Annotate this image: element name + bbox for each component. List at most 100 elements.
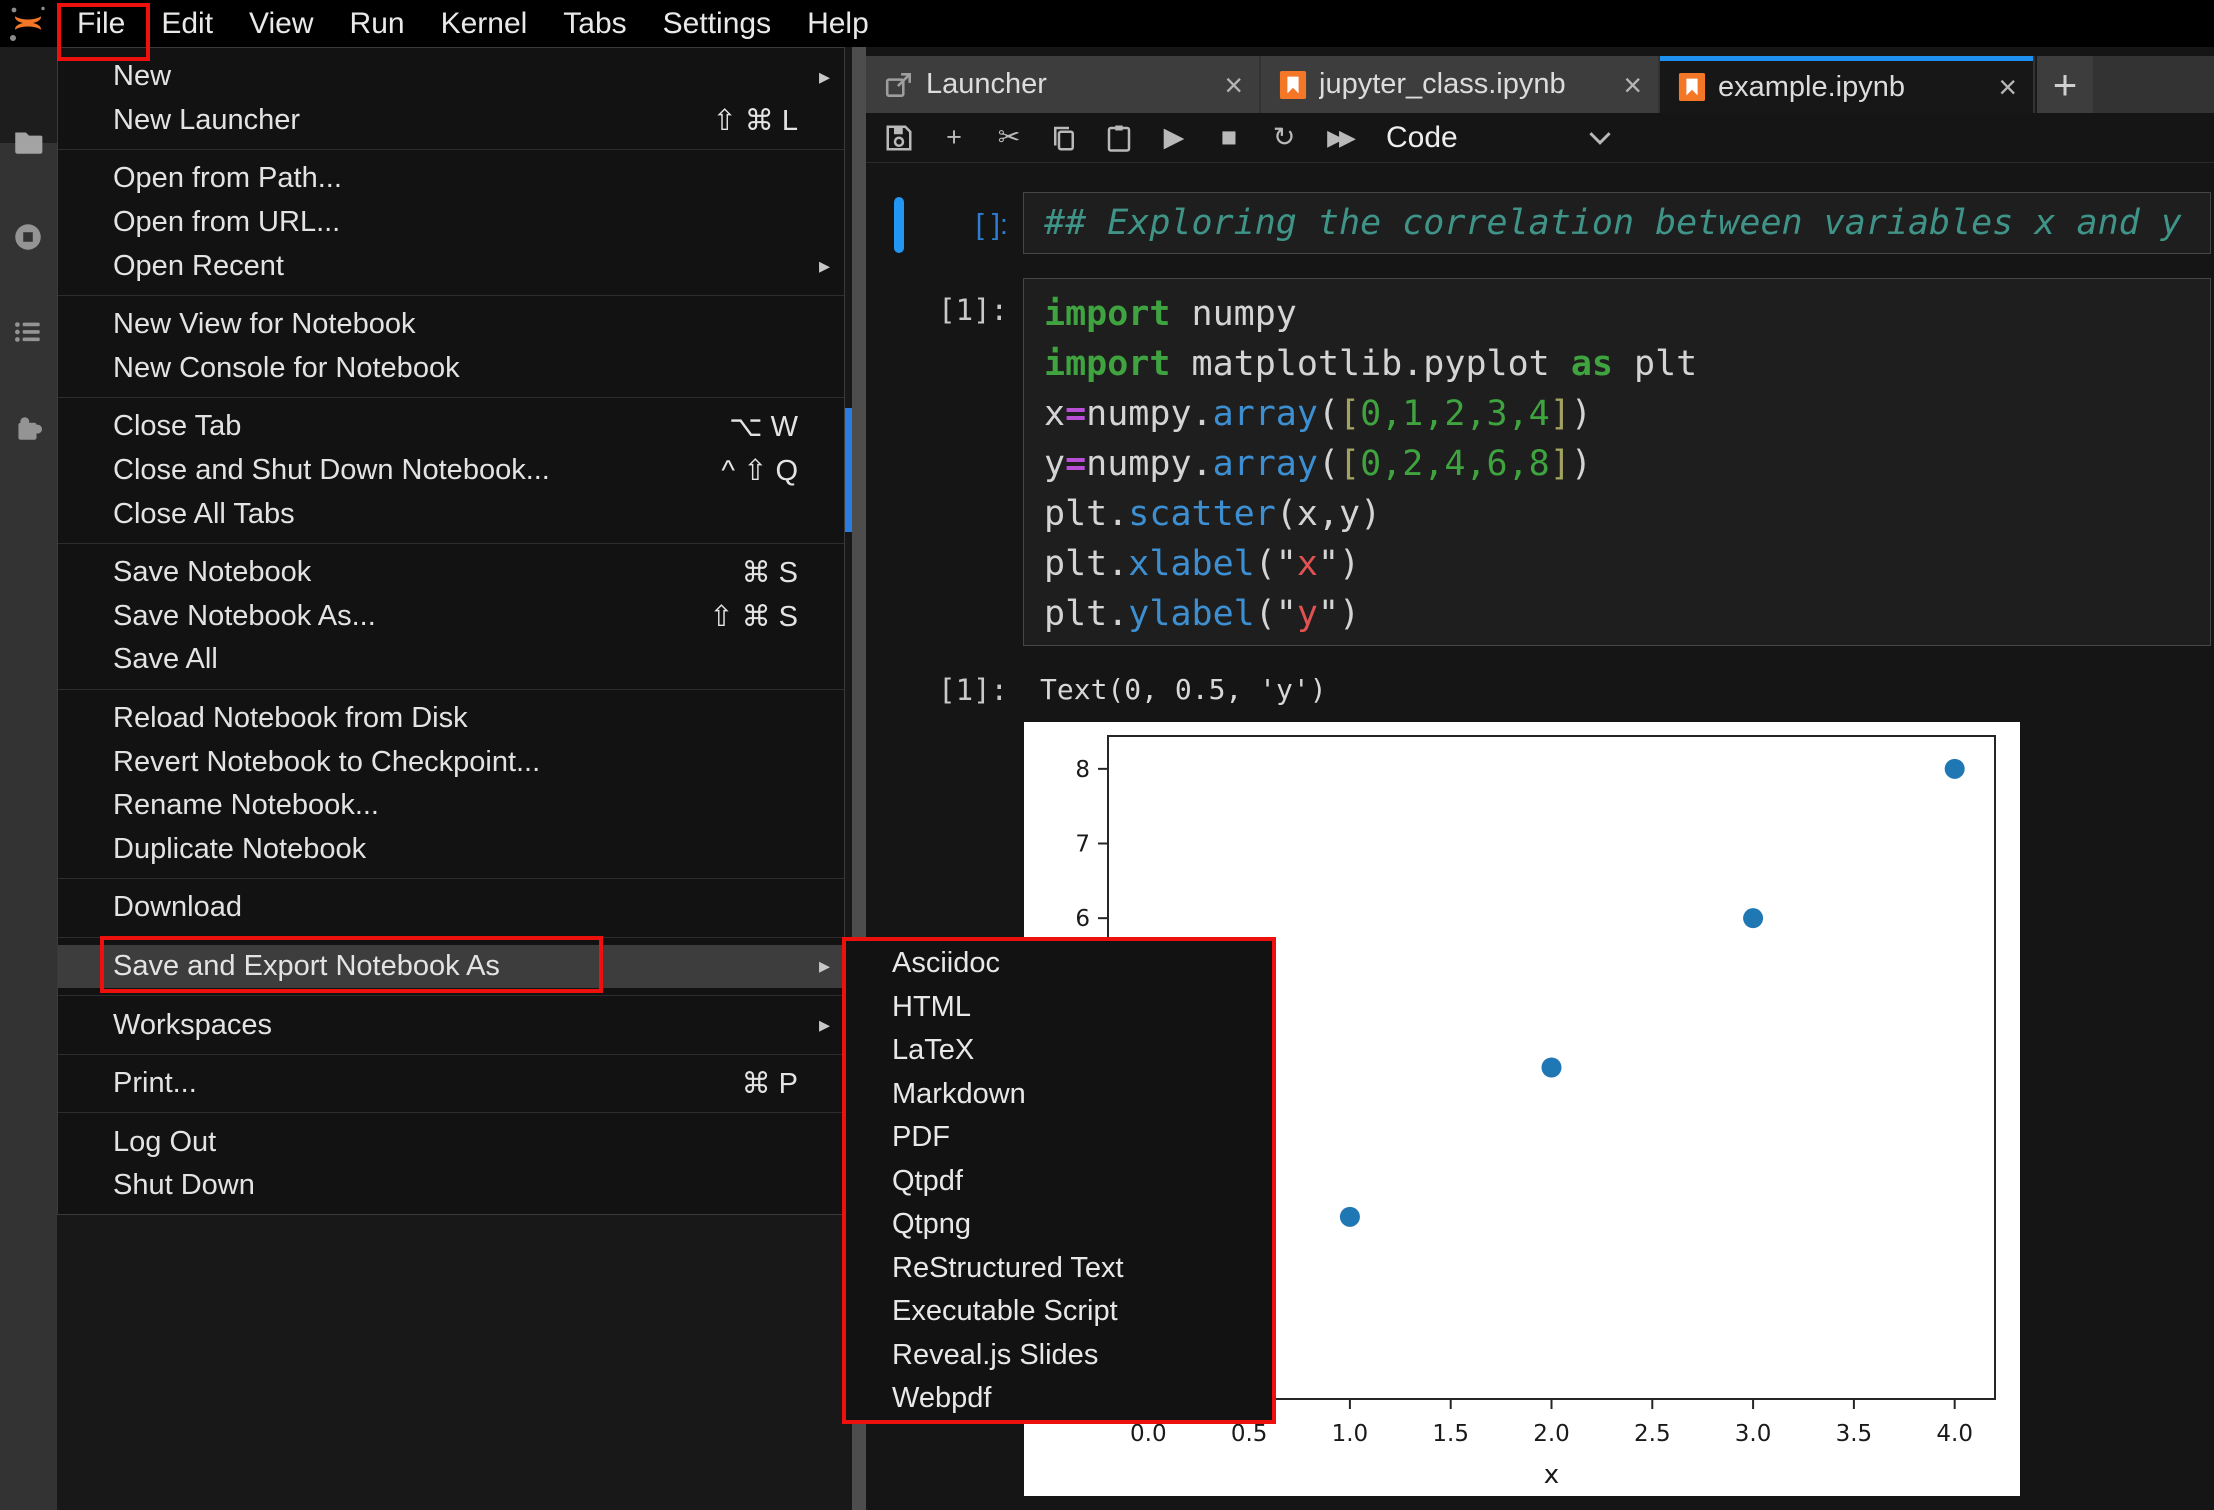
menu-item-save-notebook-as[interactable]: Save Notebook As...⇧ ⌘ S	[58, 595, 844, 639]
tab-label: Launcher	[926, 68, 1047, 101]
toolbar-icons: + ✂ ▶ ■ ↻ ▶▶	[866, 118, 1356, 158]
cell-type-dropdown[interactable]: Code	[1386, 121, 1612, 155]
tab-label: example.ipynb	[1718, 71, 1905, 104]
menu-item-shut-down[interactable]: Shut Down	[58, 1164, 844, 1208]
menu-item-label: New Console for Notebook	[113, 352, 798, 385]
code-cell-editor[interactable]: import numpyimport matplotlib.pyplot as …	[1023, 278, 2211, 646]
menu-item-log-out[interactable]: Log Out	[58, 1120, 844, 1164]
export-option-qtpdf[interactable]: Qtpdf	[846, 1160, 1272, 1204]
export-option-webpdf[interactable]: Webpdf	[846, 1377, 1272, 1421]
run-all-icon[interactable]: ▶▶	[1322, 118, 1356, 158]
menu-item-label: New	[113, 60, 798, 93]
files-icon[interactable]	[11, 125, 45, 159]
export-option-executable-script[interactable]: Executable Script	[846, 1290, 1272, 1334]
export-option-pdf[interactable]: PDF	[846, 1116, 1272, 1160]
extensions-icon[interactable]	[11, 410, 45, 444]
close-icon[interactable]: ×	[1224, 69, 1243, 101]
menu-section: Print...⌘ P	[58, 1054, 844, 1113]
menu-item-rename-notebook[interactable]: Rename Notebook...	[58, 784, 844, 828]
svg-text:0.0: 0.0	[1130, 1421, 1167, 1447]
tab-jupyter-class-ipynb[interactable]: jupyter_class.ipynb×	[1261, 56, 1658, 113]
export-option-qtpng[interactable]: Qtpng	[846, 1203, 1272, 1247]
svg-text:3.0: 3.0	[1735, 1421, 1772, 1447]
menu-item-open-from-url[interactable]: Open from URL...	[58, 201, 844, 245]
markdown-cell-editor[interactable]: ## Exploring the correlation between var…	[1023, 192, 2211, 254]
new-tab-button[interactable]: +	[2035, 56, 2093, 113]
svg-text:6: 6	[1075, 906, 1090, 932]
menu-item-close-tab[interactable]: Close Tab⌥ W	[58, 405, 844, 449]
add-icon[interactable]: +	[937, 118, 971, 158]
notebook-toolbar: + ✂ ▶ ■ ↻ ▶▶ Code	[866, 113, 2214, 163]
svg-text:1.0: 1.0	[1332, 1421, 1369, 1447]
save-icon[interactable]	[882, 118, 916, 158]
menu-item-new-console-for-notebook[interactable]: New Console for Notebook	[58, 347, 844, 391]
left-sidebar	[0, 47, 57, 1510]
menu-item-new-launcher[interactable]: New Launcher⇧ ⌘ L	[58, 99, 844, 143]
stop-icon[interactable]: ■	[1212, 118, 1246, 158]
menu-item-new-view-for-notebook[interactable]: New View for Notebook	[58, 303, 844, 347]
menubar-item-tabs[interactable]: Tabs	[563, 7, 626, 41]
menu-item-revert-notebook-to-checkpoint[interactable]: Revert Notebook to Checkpoint...	[58, 740, 844, 784]
close-icon[interactable]: ×	[1623, 69, 1642, 101]
export-option-html[interactable]: HTML	[846, 986, 1272, 1030]
menu-section: Close Tab⌥ WClose and Shut Down Notebook…	[58, 397, 844, 543]
menu-item-download[interactable]: Download	[58, 886, 844, 930]
svg-text:4.0: 4.0	[1936, 1421, 1973, 1447]
menubar-item-help[interactable]: Help	[807, 7, 869, 41]
menu-item-save-notebook[interactable]: Save Notebook⌘ S	[58, 551, 844, 595]
menu-item-duplicate-notebook[interactable]: Duplicate Notebook	[58, 828, 844, 872]
notebook-icon	[1279, 70, 1307, 100]
export-option-latex[interactable]: LaTeX	[846, 1029, 1272, 1073]
menu-item-close-and-shut-down-notebook[interactable]: Close and Shut Down Notebook...^ ⇧ Q	[58, 449, 844, 493]
markdown-cell-prompt: [ ]:	[828, 196, 1008, 254]
menu-scrollbar-thumb[interactable]	[845, 408, 852, 532]
menu-item-open-recent[interactable]: Open Recent▸	[58, 244, 844, 288]
export-option-markdown[interactable]: Markdown	[846, 1073, 1272, 1117]
tab-example-ipynb[interactable]: example.ipynb ×	[1660, 56, 2033, 113]
submenu-arrow-icon: ▸	[808, 64, 830, 90]
menu-item-label: Save and Export Notebook As	[113, 950, 798, 983]
menu-item-save-all[interactable]: Save All	[58, 638, 844, 682]
svg-text:7: 7	[1075, 832, 1090, 858]
menu-item-save-and-export-notebook-as[interactable]: Save and Export Notebook As ▸	[58, 945, 844, 989]
notebook-icon	[1678, 72, 1706, 102]
copy-icon[interactable]	[1047, 118, 1081, 158]
tab-launcher[interactable]: Launcher ×	[866, 56, 1259, 113]
output-prompt: [1]:	[828, 668, 1008, 712]
export-option-restructured-text[interactable]: ReStructured Text	[846, 1247, 1272, 1291]
menubar-item-settings[interactable]: Settings	[663, 7, 771, 41]
menubar-item-view[interactable]: View	[249, 7, 313, 41]
run-icon[interactable]: ▶	[1157, 118, 1191, 158]
menubar-item-file[interactable]: File	[77, 7, 125, 41]
menu-item-reload-notebook-from-disk[interactable]: Reload Notebook from Disk	[58, 697, 844, 741]
running-kernels-icon[interactable]	[11, 220, 45, 254]
menubar-item-run[interactable]: Run	[350, 7, 405, 41]
submenu-arrow-icon: ▸	[808, 253, 830, 279]
code-line: import numpy	[1024, 289, 2210, 339]
menu-item-label: Rename Notebook...	[113, 789, 798, 822]
menu-item-label: Download	[113, 891, 798, 924]
code-line: x=numpy.array([0,1,2,3,4])	[1024, 389, 2210, 439]
menubar-item-kernel[interactable]: Kernel	[441, 7, 528, 41]
menu-item-close-all-tabs[interactable]: Close All Tabs	[58, 492, 844, 536]
menu-item-new[interactable]: New ▸	[58, 55, 844, 99]
menu-section: Reload Notebook from DiskRevert Notebook…	[58, 689, 844, 878]
menu-item-label: Duplicate Notebook	[113, 833, 798, 866]
markdown-source: ## Exploring the correlation between var…	[1024, 193, 2210, 253]
menu-section: Open from Path...Open from URL...Open Re…	[58, 149, 844, 295]
menu-item-open-from-path[interactable]: Open from Path...	[58, 157, 844, 201]
export-option-asciidoc[interactable]: Asciidoc	[846, 942, 1272, 986]
code-line: import matplotlib.pyplot as plt	[1024, 339, 2210, 389]
paste-icon[interactable]	[1102, 118, 1136, 158]
restart-icon[interactable]: ↻	[1267, 118, 1301, 158]
close-icon[interactable]: ×	[1998, 71, 2017, 103]
menu-item-print[interactable]: Print...⌘ P	[58, 1062, 844, 1106]
menu-item-label: Log Out	[113, 1126, 798, 1159]
menu-item-workspaces[interactable]: Workspaces▸	[58, 1003, 844, 1047]
export-option-reveal-js-slides[interactable]: Reveal.js Slides	[846, 1334, 1272, 1378]
menubar-item-edit[interactable]: Edit	[161, 7, 213, 41]
menu-item-shortcut: ^ ⇧ Q	[721, 453, 798, 488]
submenu-arrow-icon: ▸	[808, 953, 830, 979]
cut-icon[interactable]: ✂	[992, 118, 1026, 158]
table-of-contents-icon[interactable]	[11, 315, 45, 349]
